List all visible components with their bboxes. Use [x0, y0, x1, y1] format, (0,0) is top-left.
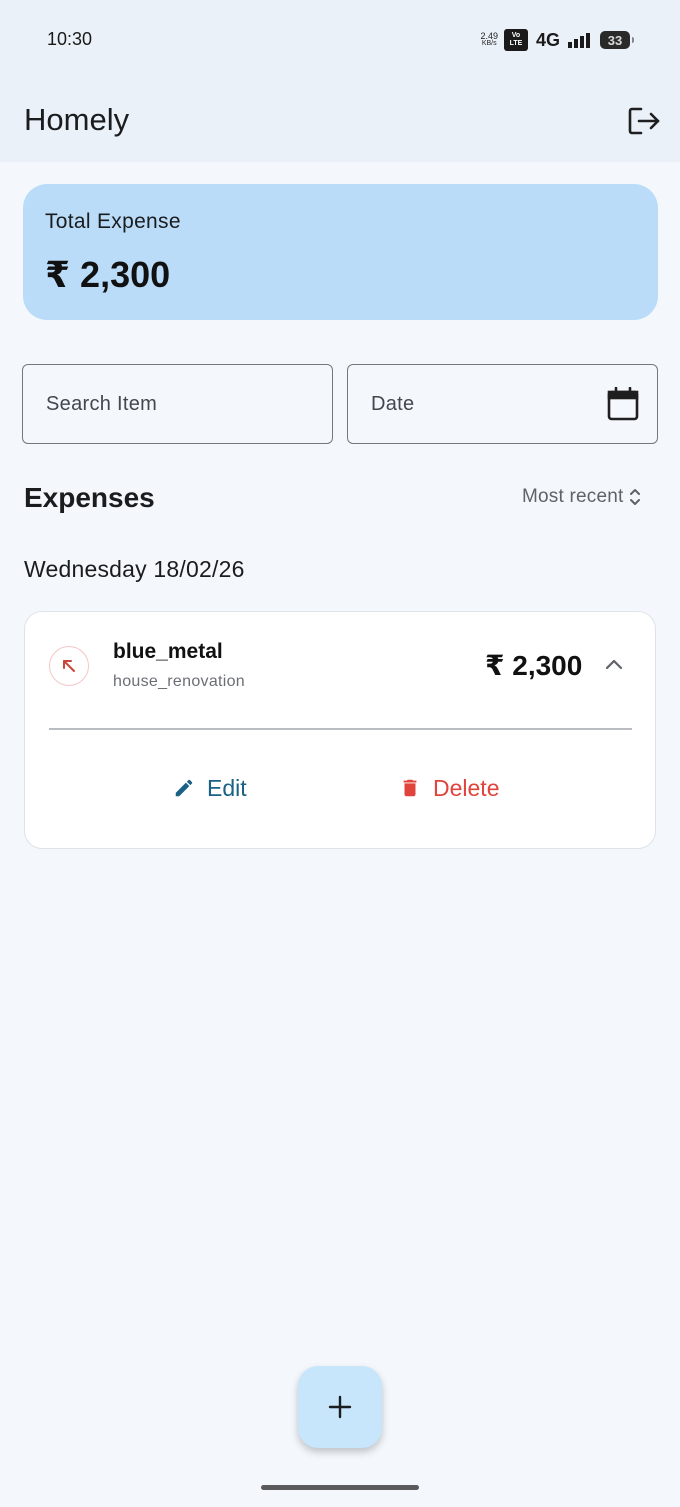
- date-field[interactable]: Date: [347, 364, 658, 444]
- expense-name: blue_metal: [113, 640, 223, 663]
- date-placeholder: Date: [371, 393, 415, 415]
- logout-button[interactable]: [622, 101, 666, 141]
- status-indicators: 2.49 KB/s Vo LTE 4G 33: [480, 28, 634, 52]
- network-speed: 2.49 KB/s: [480, 32, 498, 48]
- network-type: 4G: [535, 29, 560, 50]
- battery-icon: 33: [600, 31, 634, 49]
- status-bar: 10:30 2.49 KB/s Vo LTE 4G 33: [0, 0, 680, 80]
- app-bar: Homely: [0, 80, 680, 162]
- home-indicator[interactable]: [261, 1485, 419, 1490]
- total-expense-card: Total Expense ₹ 2,300: [23, 184, 658, 320]
- network-speed-value: 2.49: [480, 31, 498, 41]
- volte-icon: Vo LTE: [503, 29, 528, 51]
- total-expense-label: Total Expense: [45, 210, 181, 233]
- delete-button[interactable]: Delete: [399, 768, 499, 808]
- edit-button[interactable]: Edit: [173, 768, 247, 808]
- network-speed-unit: KB/s: [481, 40, 497, 47]
- unfold-icon: [630, 489, 641, 505]
- signal-icon: [568, 32, 590, 48]
- volte-bottom: LTE: [509, 40, 523, 47]
- sort-dropdown[interactable]: Most recent: [522, 486, 641, 508]
- total-expense-amount: ₹ 2,300: [45, 254, 171, 295]
- battery-level: 33: [607, 32, 623, 48]
- trash-icon: [403, 779, 417, 797]
- search-placeholder: Search Item: [46, 393, 158, 415]
- plus-icon: [328, 1395, 352, 1419]
- logout-icon: [628, 107, 660, 135]
- card-divider: [49, 728, 632, 730]
- expense-amount: ₹ 2,300: [485, 650, 583, 681]
- expense-category: house_renovation: [113, 673, 246, 690]
- collapse-button[interactable]: [599, 650, 629, 678]
- date-group-heading: Wednesday 18/02/26: [24, 556, 245, 582]
- sort-label: Most recent: [522, 486, 624, 507]
- calendar-icon[interactable]: [607, 387, 639, 421]
- arrow-outgoing-icon: [49, 646, 89, 686]
- search-input[interactable]: Search Item: [22, 364, 333, 444]
- status-time: 10:30: [47, 29, 93, 49]
- delete-label: Delete: [433, 774, 500, 801]
- app-title: Homely: [24, 102, 130, 137]
- expenses-title: Expenses: [24, 482, 155, 513]
- add-expense-button[interactable]: [298, 1366, 382, 1448]
- volte-top: Vo: [511, 32, 521, 39]
- pencil-icon: [175, 779, 193, 797]
- edit-label: Edit: [207, 774, 247, 801]
- chevron-up-icon: [605, 659, 623, 670]
- expense-card[interactable]: blue_metal house_renovation ₹ 2,300 Edit…: [24, 611, 656, 849]
